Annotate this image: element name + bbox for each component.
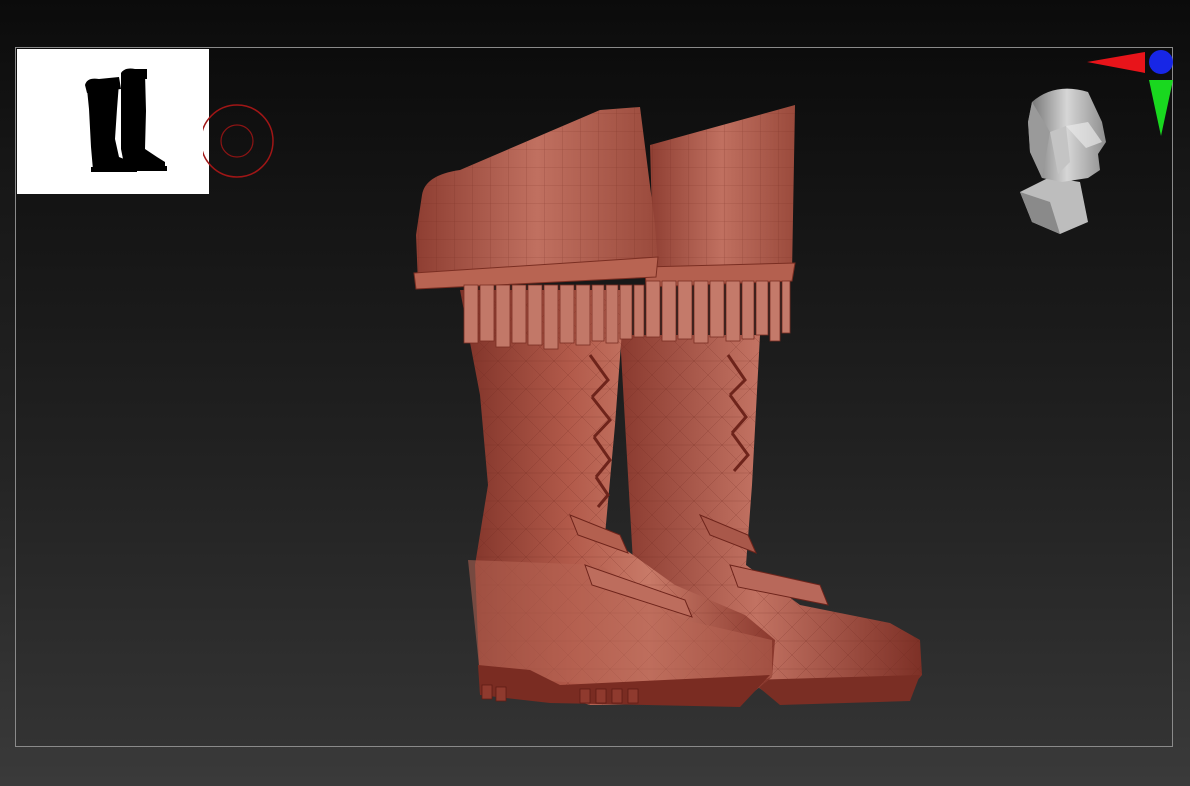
brush-circle-icon: [200, 104, 274, 178]
xyz-axis-icon: [1087, 50, 1173, 136]
boots-mesh-icon: [413, 105, 922, 707]
navigator-thumbnail[interactable]: [17, 49, 209, 194]
boot-silhouette-icon: [85, 68, 167, 172]
zbrush-app: [0, 0, 1190, 786]
boots-model[interactable]: [400, 95, 940, 720]
axis-gizmo[interactable]: [1085, 46, 1177, 138]
brush-cursor: [200, 103, 275, 179]
